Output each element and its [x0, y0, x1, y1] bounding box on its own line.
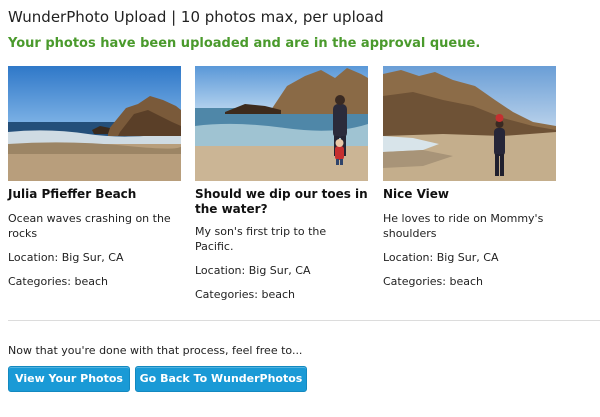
photo-description: He loves to ride on Mommy's shoulders	[383, 212, 544, 240]
view-your-photos-button[interactable]: View Your Photos	[8, 366, 130, 392]
page-title: WunderPhoto Upload | 10 photos max, per …	[8, 8, 384, 26]
photo-description: My son's first trip to the Pacific.	[195, 225, 327, 253]
followup-prompt: Now that you're done with that process, …	[8, 344, 303, 357]
photo-location: Location: Big Sur, CA	[383, 251, 499, 264]
go-back-button[interactable]: Go Back To WunderPhotos	[135, 366, 307, 392]
photo-thumbnail[interactable]	[8, 66, 181, 181]
section-divider	[8, 320, 600, 321]
photo-title: Should we dip our toes in the water?	[195, 187, 368, 216]
photo-thumbnail[interactable]	[383, 66, 556, 181]
photo-categories: Categories: beach	[8, 275, 109, 288]
photo-thumbnail[interactable]	[195, 66, 368, 181]
photo-categories: Categories: beach	[195, 288, 296, 301]
photo-title: Nice View	[383, 187, 449, 201]
success-message: Your photos have been uploaded and are i…	[8, 36, 481, 51]
photo-location: Location: Big Sur, CA	[195, 264, 311, 277]
photo-description: Ocean waves crashing on the rocks	[8, 212, 171, 240]
photo-card: Julia Pfieffer Beach Ocean waves crashin…	[8, 66, 181, 289]
photo-card: Should we dip our toes in the water? My …	[195, 66, 368, 302]
photo-card: Nice View He loves to ride on Mommy's sh…	[383, 66, 556, 289]
photo-title: Julia Pfieffer Beach	[8, 187, 137, 201]
photo-categories: Categories: beach	[383, 275, 484, 288]
photo-location: Location: Big Sur, CA	[8, 251, 124, 264]
upload-confirmation-page: WunderPhoto Upload | 10 photos max, per …	[0, 0, 600, 417]
